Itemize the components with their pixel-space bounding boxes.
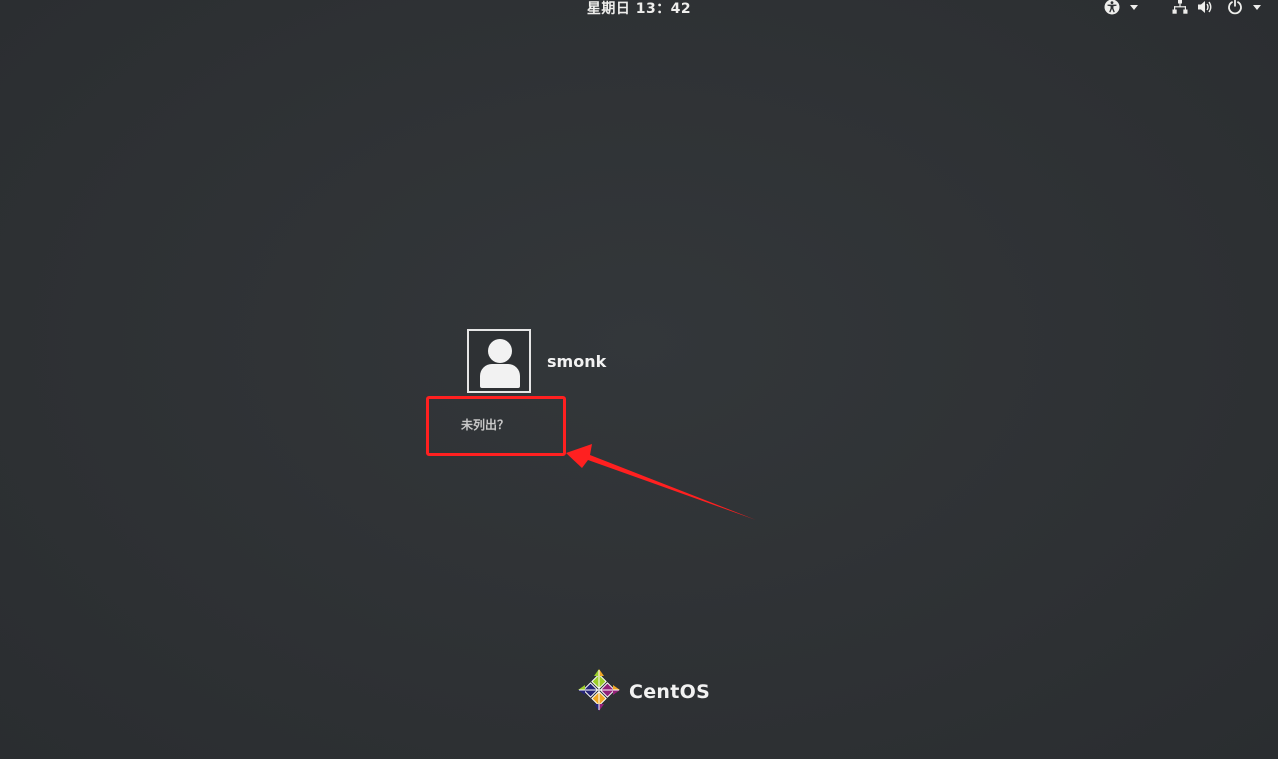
system-menu[interactable] [1172, 0, 1261, 15]
accessibility-menu[interactable] [1104, 0, 1138, 15]
not-listed-button[interactable]: 未列出？ [461, 416, 509, 433]
accessibility-icon [1104, 0, 1120, 15]
clock[interactable]: 星期日 13：42 [0, 0, 1278, 18]
power-icon [1227, 0, 1243, 15]
user-entry[interactable]: smonk [467, 329, 606, 393]
chevron-down-icon [1130, 4, 1138, 10]
chevron-down-icon [1253, 4, 1261, 10]
login-screen: 星期日 13：42 smonk 未列出？ CentOS [0, 0, 1278, 759]
volume-icon [1197, 0, 1213, 15]
annotation-arrow [566, 444, 756, 520]
network-icon [1172, 0, 1188, 15]
user-avatar-icon [467, 329, 531, 393]
username-label: smonk [547, 351, 607, 371]
top-bar: 星期日 13：42 [0, 0, 1278, 18]
centos-logo: CentOS [577, 668, 710, 716]
centos-logo-text: CentOS [629, 681, 711, 703]
centos-emblem-icon [577, 668, 621, 716]
